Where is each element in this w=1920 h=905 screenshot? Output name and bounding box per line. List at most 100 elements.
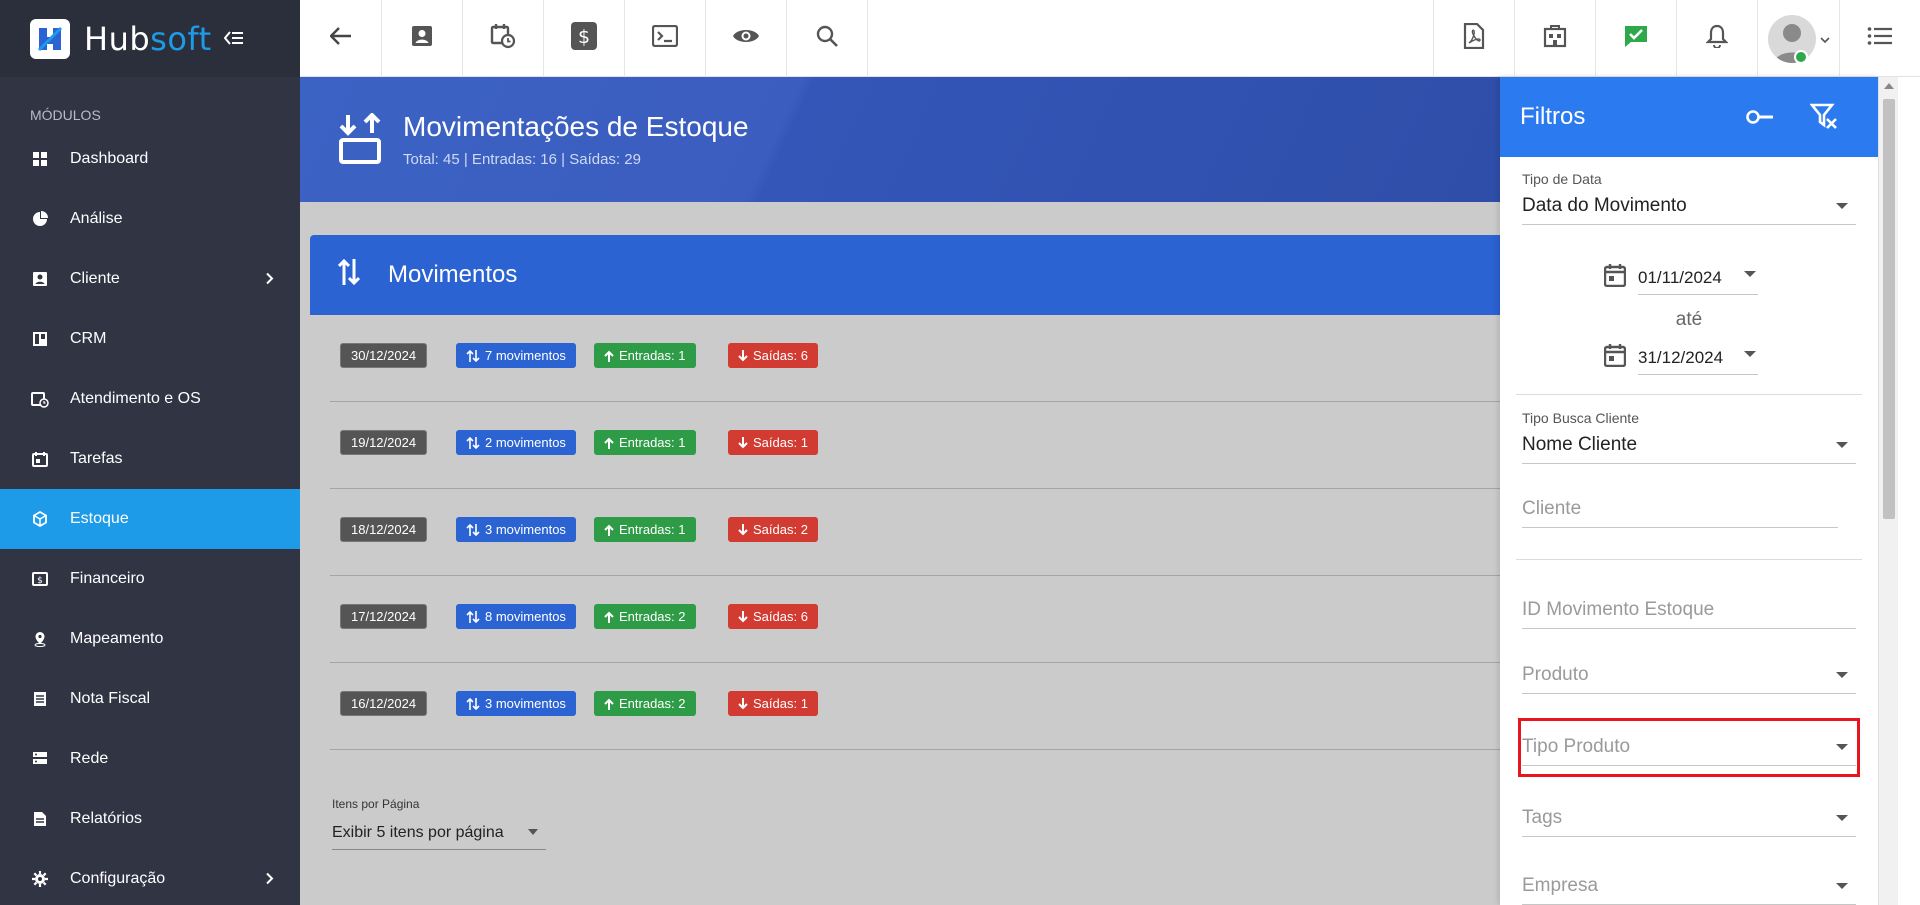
date-to-field[interactable]: 31/12/2024 — [1603, 339, 1784, 375]
search-button[interactable] — [787, 0, 868, 77]
chevron-down-icon — [1819, 30, 1830, 48]
items-per-page-select[interactable]: Exibir 5 itens por página — [332, 814, 546, 850]
client-search-type-select[interactable]: Nome Cliente — [1522, 426, 1856, 464]
clear-filter-icon[interactable] — [1809, 103, 1838, 138]
chevron-right-icon — [266, 269, 274, 290]
client-input[interactable]: Cliente — [1522, 488, 1838, 528]
movements-badge[interactable]: 3 movimentos — [456, 691, 576, 716]
sidebar-item-dashboard[interactable]: Dashboard — [0, 129, 300, 189]
date-to-input[interactable]: 31/12/2024 — [1638, 339, 1758, 375]
stock-movement-id-placeholder: ID Movimento Estoque — [1522, 599, 1715, 620]
movements-badge[interactable]: 8 movimentos — [456, 604, 576, 629]
topbar: $ — [300, 0, 1920, 77]
date-type-select[interactable]: Data do Movimento — [1522, 187, 1856, 225]
stock-movement-icon — [338, 112, 384, 170]
list-item[interactable]: 18/12/2024 3 movimentos Entradas: 1 Saíd… — [330, 489, 1500, 576]
stock-movement-id-input[interactable]: ID Movimento Estoque — [1522, 589, 1856, 629]
view-button[interactable] — [706, 0, 787, 77]
document-icon — [30, 689, 50, 709]
company-placeholder: Empresa — [1522, 875, 1599, 896]
exits-count: Saídas: 6 — [753, 348, 808, 363]
sidebar-item-relatorios[interactable]: Relatórios — [0, 789, 300, 849]
page-gutter — [1898, 77, 1920, 905]
date-range-separator: até — [1675, 309, 1703, 330]
pdf-icon — [1463, 22, 1485, 54]
tags-select[interactable]: Tags — [1522, 799, 1856, 837]
scrollbar[interactable] — [1878, 77, 1898, 905]
tasks-check-button[interactable] — [1595, 0, 1676, 77]
scroll-up-arrow-icon[interactable] — [1884, 83, 1894, 89]
brand-hub: Hub — [84, 19, 151, 58]
caret-down-icon — [1744, 271, 1756, 277]
sidebar-item-cliente[interactable]: Cliente — [0, 249, 300, 309]
online-status-dot — [1794, 50, 1808, 64]
filters-header: Filtros — [1500, 77, 1878, 157]
gear-icon — [30, 869, 50, 889]
items-per-page-label: Itens por Página — [332, 797, 420, 811]
page-title: Movimentações de Estoque — [403, 111, 749, 142]
sidebar-item-mapeamento[interactable]: Mapeamento — [0, 609, 300, 669]
entries-count: Entradas: 2 — [619, 609, 686, 624]
date-from-field[interactable]: 01/11/2024 — [1603, 259, 1784, 295]
entries-count: Entradas: 1 — [619, 522, 686, 537]
list-item[interactable]: 30/12/2024 7 movimentos Entradas: 1 Saíd… — [330, 315, 1500, 402]
swap-vertical-icon — [466, 697, 480, 711]
notifications-button[interactable] — [1676, 0, 1757, 77]
list-item[interactable]: 19/12/2024 2 movimentos Entradas: 1 Saíd… — [330, 402, 1500, 489]
clients-button[interactable] — [382, 0, 463, 77]
terminal-button[interactable] — [625, 0, 706, 77]
arrow-up-icon — [604, 524, 614, 536]
swap-vertical-icon — [466, 610, 480, 624]
sidebar-item-crm[interactable]: CRM — [0, 309, 300, 369]
sidebar-item-tarefas[interactable]: Tarefas — [0, 429, 300, 489]
sidebar-item-nota-fiscal[interactable]: Nota Fiscal — [0, 669, 300, 729]
arrow-down-icon — [738, 436, 748, 449]
scrollbar-thumb[interactable] — [1883, 99, 1895, 519]
user-menu-button[interactable] — [1757, 0, 1839, 77]
card-header: Movimentos — [310, 235, 1500, 315]
pdf-button[interactable] — [1433, 0, 1514, 77]
sidebar-item-configuracao[interactable]: Configuração — [0, 849, 300, 905]
divider — [1516, 394, 1862, 395]
date-from-input[interactable]: 01/11/2024 — [1638, 259, 1758, 295]
sidebar-item-analise[interactable]: Análise — [0, 189, 300, 249]
movements-badge[interactable]: 2 movimentos — [456, 430, 576, 455]
divider — [1516, 559, 1862, 560]
filters-panel: Filtros Tipo de Data Data do Movimento 0… — [1500, 77, 1878, 905]
movements-card: Movimentos 30/12/2024 7 movimentos Entra… — [310, 235, 1500, 895]
exits-badge: Saídas: 1 — [728, 430, 818, 455]
entries-badge: Entradas: 2 — [594, 604, 696, 629]
product-select[interactable]: Produto — [1522, 656, 1856, 694]
tags-placeholder: Tags — [1522, 807, 1563, 828]
company-button[interactable] — [1514, 0, 1595, 77]
date-badge: 19/12/2024 — [340, 430, 428, 455]
movements-badge[interactable]: 3 movimentos — [456, 517, 576, 542]
toggle-filter-icon[interactable] — [1746, 105, 1774, 133]
cube-icon — [30, 509, 50, 529]
sidebar-item-estoque[interactable]: Estoque — [0, 489, 300, 549]
list-menu-button[interactable] — [1839, 0, 1920, 77]
sidebar-item-financeiro[interactable]: $ Financeiro — [0, 549, 300, 609]
movements-badge[interactable]: 7 movimentos — [456, 343, 576, 368]
exits-count: Saídas: 1 — [753, 435, 808, 450]
money-icon: $ — [30, 569, 50, 589]
back-button[interactable] — [300, 0, 382, 77]
sidebar-item-label: Relatórios — [70, 810, 143, 827]
hubsoft-logo-icon[interactable] — [30, 18, 70, 59]
schedule-button[interactable] — [463, 0, 544, 77]
bell-icon — [1705, 24, 1729, 53]
sidebar-item-atendimento[interactable]: Atendimento e OS — [0, 369, 300, 429]
sidebar-item-rede[interactable]: Rede — [0, 729, 300, 789]
list-item[interactable]: 17/12/2024 8 movimentos Entradas: 2 Saíd… — [330, 576, 1500, 663]
list-item[interactable]: 16/12/2024 3 movimentos Entradas: 2 Saíd… — [330, 663, 1500, 750]
finance-button[interactable]: $ — [544, 0, 625, 77]
company-select[interactable]: Empresa — [1522, 867, 1856, 905]
movements-count: 3 movimentos — [485, 696, 566, 711]
arrow-down-icon — [738, 523, 748, 536]
sidebar-item-label: Financeiro — [70, 570, 145, 587]
collapse-menu-icon[interactable] — [223, 26, 244, 52]
brand-soft: soft — [150, 19, 212, 58]
sidebar-item-label: Configuração — [70, 870, 166, 887]
dollar-icon: $ — [570, 21, 598, 56]
exits-badge: Saídas: 6 — [728, 343, 818, 368]
